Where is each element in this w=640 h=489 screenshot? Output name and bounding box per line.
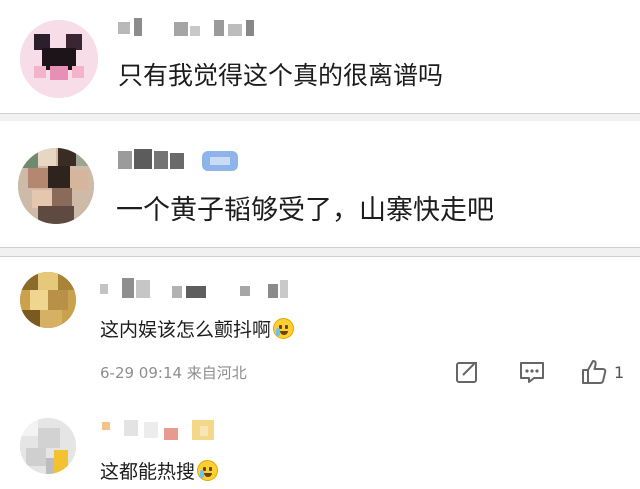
thumbs-up-icon — [582, 360, 607, 384]
comment-card: 一个黄子韬够受了，山寨快走吧 — [0, 121, 640, 251]
comment-text-content: 这都能热搜 — [100, 461, 196, 483]
like-count: 1 — [614, 362, 625, 382]
share-button[interactable] — [454, 358, 480, 386]
comment-text: 这内娱该怎么颤抖啊 — [100, 315, 295, 342]
comment-text: 这都能热搜 — [100, 457, 219, 484]
crying-emoji-icon — [273, 318, 295, 339]
comment-card — [0, 399, 640, 489]
comment-icon — [520, 362, 544, 383]
username-blurred[interactable] — [118, 16, 278, 40]
avatar[interactable] — [18, 148, 94, 224]
comment-text: 一个黄子韬够受了，山寨快走吧 — [116, 195, 494, 226]
avatar[interactable] — [20, 20, 98, 98]
comment-card: 只有我觉得这个真的很离谱吗 — [0, 0, 640, 117]
username-blurred[interactable] — [118, 147, 248, 171]
avatar[interactable] — [20, 272, 76, 328]
username-blurred[interactable] — [100, 276, 300, 300]
like-button[interactable]: 1 — [580, 358, 624, 386]
comment-text: 只有我觉得这个真的很离谱吗 — [118, 61, 444, 90]
username-blurred[interactable] — [100, 416, 230, 440]
comment-text-content: 这内娱该怎么颤抖啊 — [100, 319, 272, 341]
divider — [0, 247, 640, 257]
reply-button[interactable] — [518, 358, 546, 386]
laughing-emoji-icon — [197, 460, 219, 481]
comment-meta: 6-29 09:14 来自河北 — [100, 364, 247, 382]
avatar[interactable] — [20, 418, 76, 474]
share-icon — [456, 362, 477, 383]
